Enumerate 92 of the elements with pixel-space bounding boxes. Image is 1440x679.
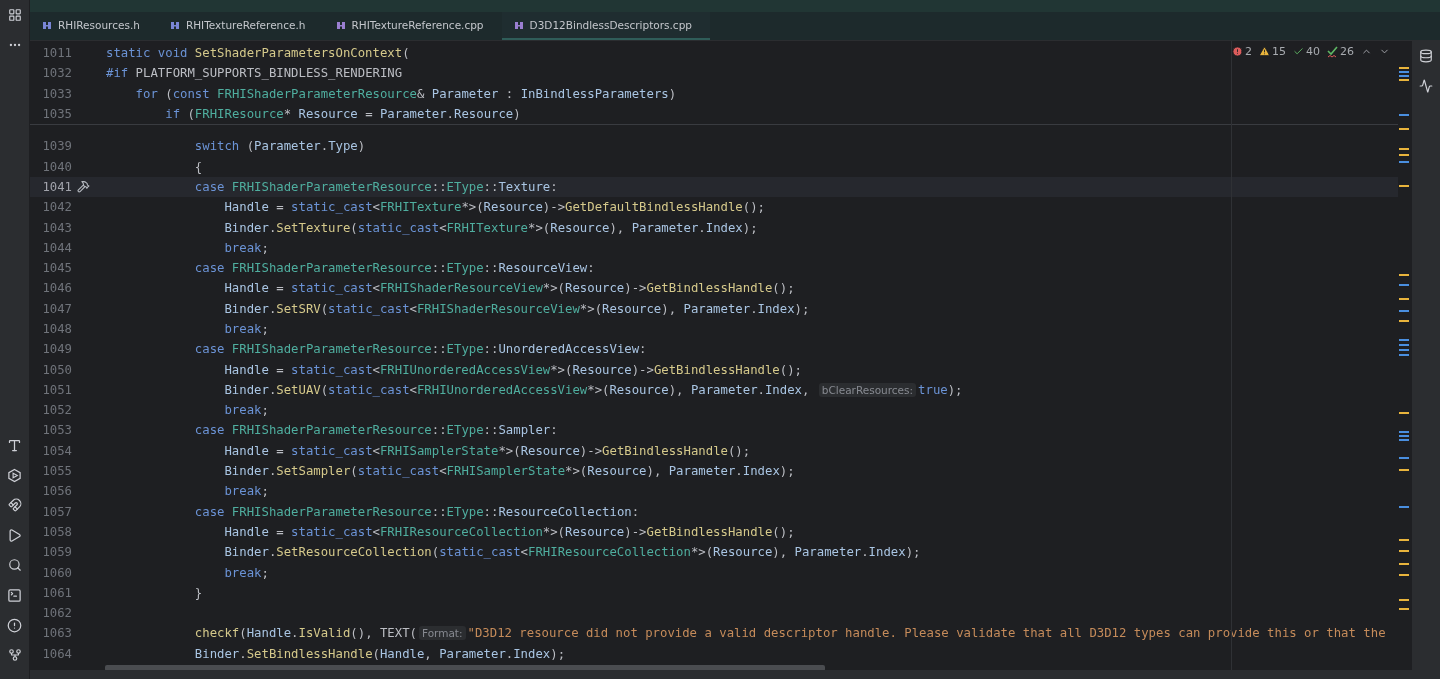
magnet-icon[interactable]: [7, 498, 22, 512]
file-tab[interactable]: RHITextureReference.cpp: [323, 12, 502, 40]
code-text: case FRHIShaderParameterResource::EType::UnorderedAccessView:: [193, 342, 647, 357]
code-text: for (const FRHIShaderParameterResource& Parameter : InBindlessParameters): [134, 86, 677, 101]
code-text: Handle = static_cast<FRHIShaderResourceView*>(Resource)->GetBindlessHandle();: [223, 281, 795, 296]
search-icon[interactable]: [7, 558, 22, 572]
line-number: 1053: [41, 423, 72, 438]
line-number: 1062: [41, 606, 72, 621]
run-icon[interactable]: [7, 527, 22, 543]
line-number: 1049: [41, 342, 72, 357]
line-number: 1035: [41, 107, 72, 122]
line-number: 1033: [41, 86, 72, 101]
code-text: switch (Parameter.Type): [193, 139, 366, 154]
problems-icon[interactable]: [7, 617, 22, 633]
inspection-count[interactable]: 40: [1306, 45, 1320, 58]
code-text: Handle = static_cast<FRHIResourceCollection*>(Resource)->GetBindlessHandle();: [223, 524, 795, 539]
horizontal-scrollbar[interactable]: [105, 664, 825, 670]
code-text: break;: [223, 403, 269, 418]
inspection-count[interactable]: 2: [1245, 45, 1252, 58]
code-text: Binder.SetSampler(static_cast<FRHISamplerState*>(Resource), Parameter.Index);: [223, 464, 795, 479]
file-icon: [513, 20, 524, 30]
code-text: #if PLATFORM_SUPPORTS_BINDLESS_RENDERING: [106, 66, 403, 81]
line-number: 1051: [41, 382, 72, 397]
line-number: 1050: [41, 362, 72, 377]
line-number: 1056: [41, 484, 72, 499]
line-number: 1045: [41, 261, 72, 276]
inlay-hint: bClearResources:: [818, 382, 917, 397]
code-text: break;: [223, 322, 269, 336]
code-text: Handle = static_cast<FRHISamplerState*>(Resource)->GetBindlessHandle();: [223, 443, 751, 458]
check-icon: [1293, 46, 1304, 57]
typo-check-icon: [1327, 45, 1338, 58]
line-number: 1039: [41, 139, 72, 154]
line-number: 1058: [41, 524, 72, 539]
file-tab[interactable]: D3D12BindlessDescriptors.cpp: [501, 12, 710, 40]
code-text: static void SetShaderParametersOnContext(: [106, 46, 410, 61]
line-number: 1040: [41, 159, 72, 174]
code-text: case FRHIShaderParameterResource::EType::Sampler:: [193, 423, 558, 438]
run-hexagon-icon[interactable]: [7, 467, 22, 483]
line-number: 1060: [41, 565, 72, 580]
file-icon: [169, 20, 180, 30]
line-number: 1046: [41, 281, 72, 296]
file-tab[interactable]: RHIResources.h: [30, 12, 158, 40]
database-icon[interactable]: [1419, 49, 1433, 63]
line-number: 1054: [41, 443, 72, 458]
code-text: true);: [918, 382, 963, 397]
error-icon: [1232, 46, 1243, 57]
code-text: Binder.SetResourceCollection(static_cast<FRHIResourceCollection*>(Resource), Parameter.Index);: [223, 545, 921, 560]
code-text: break;: [223, 565, 269, 580]
warning-icon: [1259, 46, 1270, 57]
code-text: case FRHIShaderParameterResource::EType::ResourceCollection:: [193, 504, 640, 519]
code-text: "D3D12 resource did not provide a valid descriptor handle. Please validate that all D3D12 types can provide this or that the: [467, 626, 1386, 641]
line-number: 1063: [41, 626, 72, 641]
code-text: Binder.SetUAV(static_cast<FRHIUnorderedAccessView*>(Resource), Parameter.Index,: [223, 382, 811, 397]
inspection-count[interactable]: 26: [1340, 45, 1354, 58]
line-number: 1055: [41, 464, 72, 479]
code-text: case FRHIShaderParameterResource::EType::ResourceView:: [193, 261, 595, 276]
line-number: 1041: [41, 179, 72, 194]
line-number: 1059: [41, 545, 72, 560]
line-number: 1048: [41, 322, 72, 336]
line-number: 1061: [41, 585, 72, 600]
git-icon[interactable]: [7, 648, 22, 662]
file-icon: [335, 20, 346, 30]
inspection-count[interactable]: 15: [1272, 45, 1286, 58]
inlay-hint: Format:: [418, 626, 466, 641]
line-number: 1043: [41, 220, 72, 235]
line-number: 1042: [41, 200, 72, 215]
line-number: 1064: [41, 646, 72, 661]
line-number: 1052: [41, 403, 72, 418]
terminal-icon[interactable]: [7, 587, 22, 603]
code-text: case FRHIShaderParameterResource::EType::Texture:: [193, 179, 558, 194]
code-text: Binder.SetTexture(static_cast<FRHITexture*>(Resource), Parameter.Index);: [223, 220, 758, 235]
code-text: Handle = static_cast<FRHITexture*>(Resource)->GetDefaultBindlessHandle();: [223, 200, 765, 215]
code-text: if (FRHIResource* Resource = Parameter.Resource): [164, 107, 521, 122]
file-icon: [42, 20, 52, 30]
code-text: Binder.SetBindlessHandle(Handle, Parameter.Index);: [193, 646, 566, 661]
code-text: {: [193, 159, 203, 174]
code-text: checkf(Handle.IsValid(), TEXT(: [193, 626, 417, 641]
line-number: 1044: [41, 240, 72, 255]
line-number: 1057: [41, 504, 72, 519]
code-text: Binder.SetSRV(static_cast<FRHIShaderResourceView*>(Resource), Parameter.Index);: [223, 301, 810, 316]
text-icon[interactable]: [7, 437, 22, 453]
line-number: 1047: [41, 301, 72, 316]
code-text: break;: [223, 240, 269, 255]
code-text: }: [193, 585, 203, 600]
line-number: 1032: [41, 66, 72, 81]
hammer-icon[interactable]: [77, 180, 90, 194]
file-tab[interactable]: RHITextureReference.h: [157, 12, 324, 40]
grid-icon[interactable]: [7, 8, 22, 22]
code-text: break;: [223, 484, 269, 499]
line-number: 1011: [41, 46, 72, 61]
pulse-icon[interactable]: [1419, 79, 1433, 93]
code-text: Handle = static_cast<FRHIUnorderedAccessView*>(Resource)->GetBindlessHandle();: [223, 362, 802, 377]
